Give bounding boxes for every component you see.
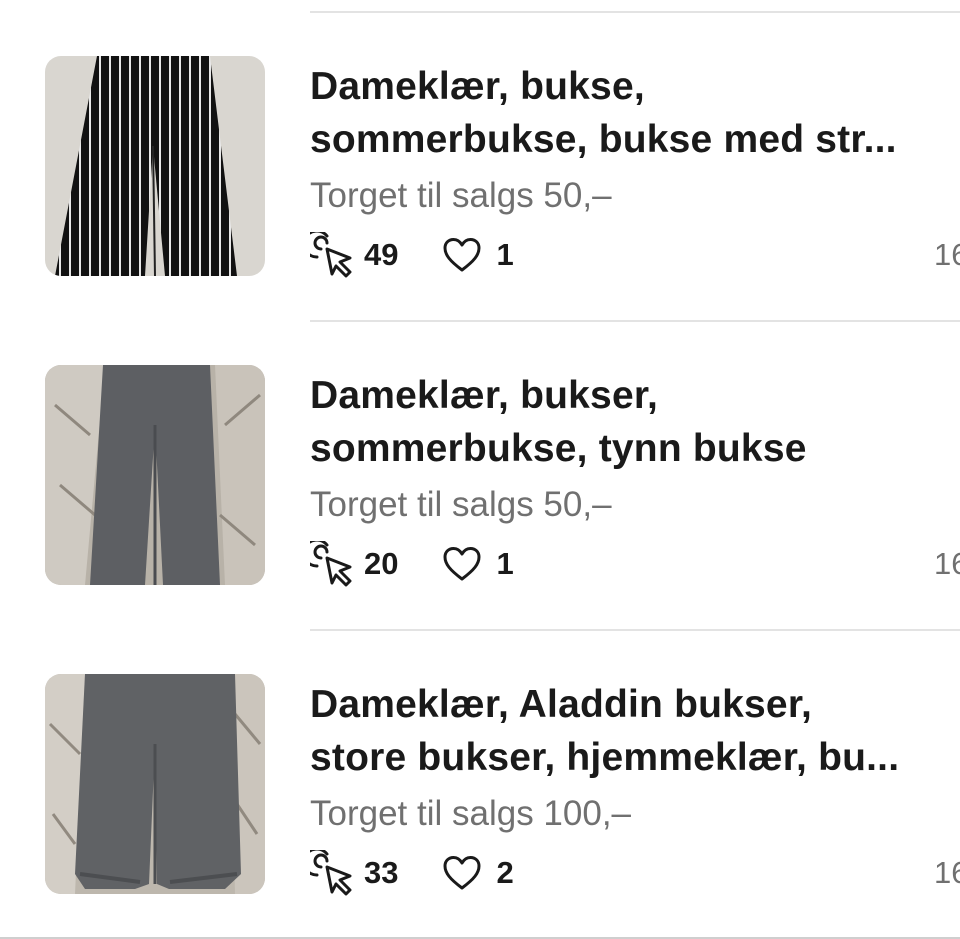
top-divider [310,11,960,13]
listing-divider [310,629,960,631]
click-count: 20 [310,541,398,587]
heart-icon[interactable] [442,546,482,582]
like-count-value: 1 [496,546,514,581]
listing-date: 16 [934,546,960,581]
listing-item[interactable]: Dameklær, bukser, sommerbukse, tynn buks… [0,365,960,605]
listing-title[interactable]: Dameklær, bukse, sommerbukse, bukse med … [310,60,950,166]
cursor-click-icon [310,541,352,587]
listing-title-line1: Dameklær, Aladdin bukser, [310,683,813,726]
listing-thumbnail[interactable] [45,365,265,585]
striped-trousers-image [45,56,265,276]
like-count[interactable]: 1 [442,237,514,273]
listing-divider [310,320,960,322]
listing-item[interactable]: Dameklær, bukse, sommerbukse, bukse med … [0,56,960,296]
heart-icon[interactable] [442,855,482,891]
listing-date: 16 [934,237,960,272]
like-count[interactable]: 1 [442,546,514,582]
listing-title-line2: sommerbukse, bukse med str... [310,118,897,161]
listing-title-line1: Dameklær, bukser, [310,374,659,417]
click-count-value: 49 [364,237,399,272]
click-count-value: 33 [364,855,399,890]
listing-stats: 33 2 [310,850,514,896]
like-count[interactable]: 2 [442,855,514,891]
listing-title[interactable]: Dameklær, Aladdin bukser, store bukser, … [310,678,950,784]
grey-trousers-image [45,365,265,585]
click-count: 49 [310,232,398,278]
cursor-click-icon [310,850,352,896]
listing-price: Torget til salgs 100,– [310,794,632,833]
like-count-value: 2 [496,855,514,890]
listing-title[interactable]: Dameklær, bukser, sommerbukse, tynn buks… [310,369,950,475]
cursor-click-icon [310,232,352,278]
like-count-value: 1 [496,237,514,272]
heart-icon[interactable] [442,237,482,273]
listing-thumbnail[interactable] [45,56,265,276]
listing-price: Torget til salgs 50,– [310,485,612,524]
listing-price: Torget til salgs 50,– [310,176,612,215]
aladdin-trousers-image [45,674,265,894]
click-count: 33 [310,850,398,896]
listing-date: 16 [934,855,960,890]
listing-title-line1: Dameklær, bukse, [310,65,645,108]
listing-thumbnail[interactable] [45,674,265,894]
listing-item[interactable]: Dameklær, Aladdin bukser, store bukser, … [0,674,960,914]
listing-stats: 20 1 [310,541,514,587]
click-count-value: 20 [364,546,399,581]
listing-title-line2: store bukser, hjemmeklær, bu... [310,736,900,779]
listing-stats: 49 1 [310,232,514,278]
listing-title-line2: sommerbukse, tynn bukse [310,427,807,470]
